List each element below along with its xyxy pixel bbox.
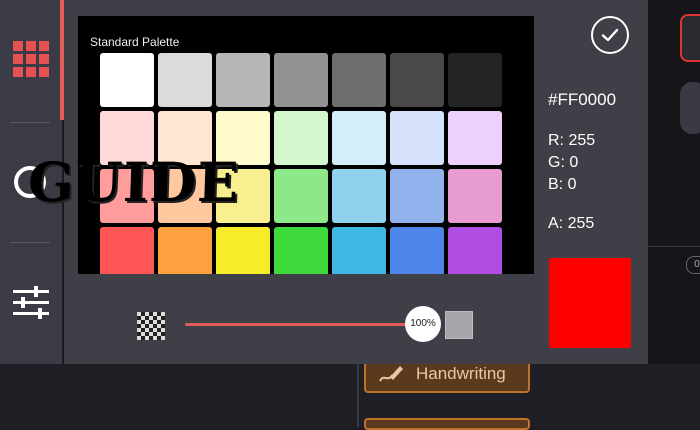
check-icon <box>601 28 619 42</box>
color-swatch[interactable] <box>390 169 444 223</box>
alpha-slider-thumb[interactable]: 100% <box>405 306 441 342</box>
blue-value: B: 0 <box>548 176 577 193</box>
bottom-button[interactable] <box>364 418 530 430</box>
right-badge: 0 <box>686 256 700 274</box>
color-swatch[interactable] <box>274 53 328 107</box>
right-tool-button[interactable] <box>680 14 700 62</box>
color-swatch[interactable] <box>448 227 502 274</box>
right-nav-button[interactable] <box>680 82 700 134</box>
color-swatch[interactable] <box>390 111 444 165</box>
color-preview <box>549 258 631 348</box>
color-swatch[interactable] <box>158 53 212 107</box>
bottom-panel <box>0 364 700 427</box>
color-swatch[interactable] <box>332 111 386 165</box>
green-value: G: 0 <box>548 154 579 171</box>
rail-divider <box>10 122 50 123</box>
transparent-icon <box>137 312 165 340</box>
color-swatch[interactable] <box>216 53 270 107</box>
color-swatch[interactable] <box>390 53 444 107</box>
handwriting-label: Handwriting <box>416 364 506 383</box>
hex-value: #FF0000 <box>548 90 617 109</box>
color-swatch[interactable] <box>448 53 502 107</box>
color-swatch[interactable] <box>274 227 328 274</box>
color-swatch[interactable] <box>332 227 386 274</box>
color-swatch[interactable] <box>100 53 154 107</box>
color-swatch[interactable] <box>274 111 328 165</box>
sliders-icon[interactable] <box>12 284 50 322</box>
color-swatch[interactable] <box>158 227 212 274</box>
color-swatch[interactable] <box>274 169 328 223</box>
color-swatch[interactable] <box>332 169 386 223</box>
guide-watermark: GUIDE <box>26 150 241 214</box>
rail-divider <box>10 242 50 243</box>
opaque-icon <box>445 311 473 339</box>
right-toolbar <box>648 0 700 427</box>
standard-palette: Standard Palette <box>78 16 534 274</box>
right-divider <box>648 246 700 247</box>
color-swatch[interactable] <box>100 227 154 274</box>
confirm-button[interactable] <box>591 16 629 54</box>
color-swatch[interactable] <box>448 111 502 165</box>
bottom-divider <box>357 364 359 427</box>
handwriting-icon <box>379 366 403 382</box>
red-value: R: 255 <box>548 132 596 149</box>
alpha-value: A: 255 <box>548 215 595 232</box>
palette-title: Standard Palette <box>90 35 180 49</box>
color-swatch[interactable] <box>332 53 386 107</box>
color-swatch[interactable] <box>216 227 270 274</box>
alpha-slider-track[interactable] <box>185 323 421 326</box>
color-swatch[interactable] <box>390 227 444 274</box>
grid-icon[interactable] <box>13 41 49 77</box>
color-swatch[interactable] <box>448 169 502 223</box>
